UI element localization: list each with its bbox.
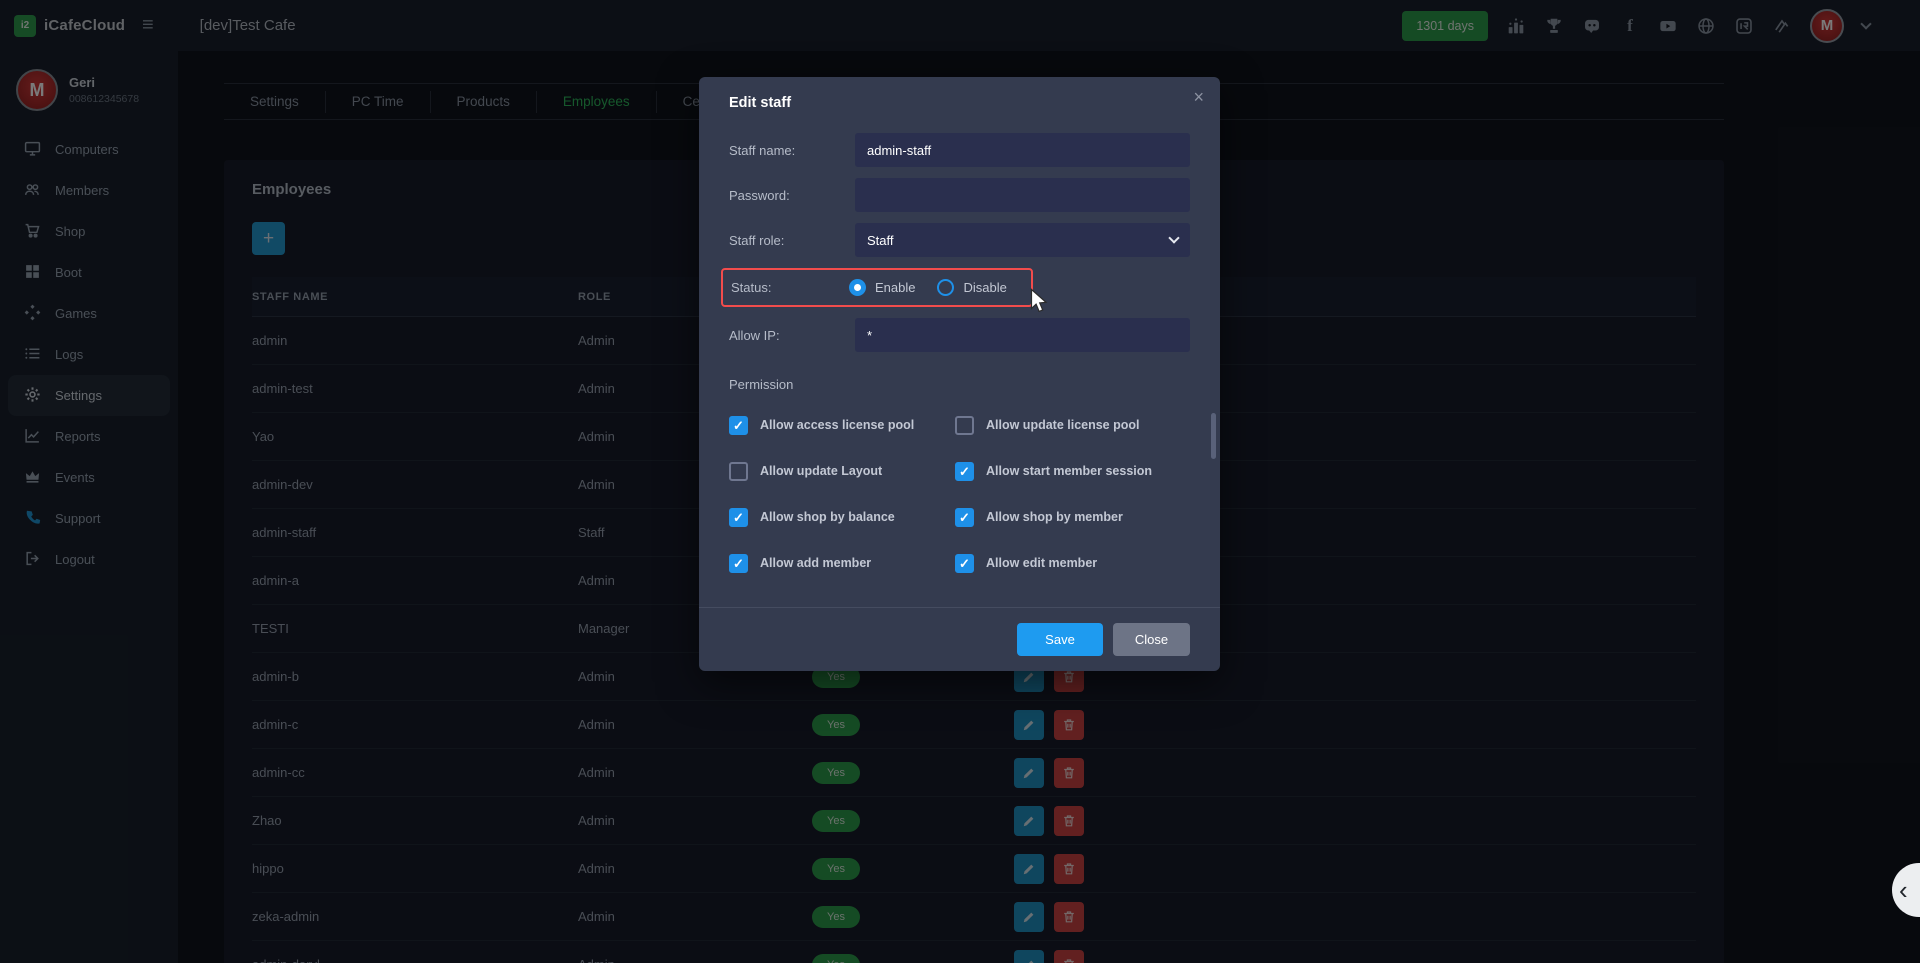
checkbox[interactable]: ✓ <box>729 508 748 527</box>
staff-name-input[interactable] <box>855 133 1190 167</box>
check-icon: ✓ <box>959 511 970 524</box>
disable-label: Disable <box>963 280 1006 295</box>
save-button[interactable]: Save <box>1017 623 1103 656</box>
permission-item[interactable]: ✓ Allow add member <box>729 546 955 580</box>
permission-label: Allow access license pool <box>760 418 914 432</box>
allow-ip-label: Allow IP: <box>729 328 855 343</box>
permission-section-label: Permission <box>729 377 1190 392</box>
check-icon: ✓ <box>959 557 970 570</box>
staff-name-label: Staff name: <box>729 143 855 158</box>
password-field: Password: <box>729 178 1190 212</box>
check-icon: ✓ <box>959 465 970 478</box>
staff-role-select[interactable]: Staff <box>855 223 1190 257</box>
permission-label: Allow update license pool <box>986 418 1140 432</box>
check-icon: ✓ <box>733 557 744 570</box>
password-input[interactable] <box>855 178 1190 212</box>
status-highlight-box: Status: Enable Disable <box>721 268 1033 307</box>
radio-unchecked-icon[interactable] <box>937 279 954 296</box>
permission-item[interactable]: ✓ Allow edit member <box>955 546 1181 580</box>
permission-item[interactable]: ✓ Allow shop by balance <box>729 500 955 534</box>
checkbox[interactable]: ✓ <box>955 462 974 481</box>
radio-checked-icon[interactable] <box>849 279 866 296</box>
permission-item[interactable]: ✓ Allow access license pool <box>729 408 955 442</box>
allow-ip-field: Allow IP: <box>729 318 1190 352</box>
permission-item[interactable]: ✓ Allow shop by member <box>955 500 1181 534</box>
permission-label: Allow update Layout <box>760 464 882 478</box>
checkbox[interactable]: ✓ <box>729 416 748 435</box>
checkbox[interactable]: ✓ <box>729 462 748 481</box>
status-disable-option[interactable]: Disable <box>937 279 1006 296</box>
checkbox[interactable]: ✓ <box>955 416 974 435</box>
permission-grid: ✓ Allow access license pool ✓ Allow upda… <box>729 408 1190 580</box>
enable-label: Enable <box>875 280 915 295</box>
check-icon: ✓ <box>733 511 744 524</box>
modal-title: Edit staff <box>729 95 1190 111</box>
close-icon[interactable]: × <box>1193 87 1204 108</box>
allow-ip-input[interactable] <box>855 318 1190 352</box>
permission-label: Allow start member session <box>986 464 1152 478</box>
permission-label: Allow shop by member <box>986 510 1123 524</box>
close-button[interactable]: Close <box>1113 623 1190 656</box>
staff-role-label: Staff role: <box>729 233 855 248</box>
permission-label: Allow add member <box>760 556 871 570</box>
checkbox[interactable]: ✓ <box>955 508 974 527</box>
password-label: Password: <box>729 188 855 203</box>
checkbox[interactable]: ✓ <box>955 554 974 573</box>
staff-role-field: Staff role: Staff <box>729 223 1190 257</box>
permission-item[interactable]: ✓ Allow start member session <box>955 454 1181 488</box>
check-icon: ✓ <box>733 419 744 432</box>
edit-staff-modal: × Edit staff Staff name: Password: Staff… <box>699 77 1220 671</box>
app-root: i2 iCafeCloud ≡ [dev]Test Cafe 1301 days… <box>0 0 1920 963</box>
staff-name-field: Staff name: <box>729 133 1190 167</box>
modal-footer: Save Close <box>699 607 1220 671</box>
permission-item[interactable]: ✓ Allow update license pool <box>955 408 1181 442</box>
permission-item[interactable]: ✓ Allow update Layout <box>729 454 955 488</box>
permission-label: Allow edit member <box>986 556 1097 570</box>
status-enable-option[interactable]: Enable <box>849 279 915 296</box>
modal-scrollbar[interactable] <box>1211 413 1216 459</box>
permission-label: Allow shop by balance <box>760 510 895 524</box>
checkbox[interactable]: ✓ <box>729 554 748 573</box>
status-label: Status: <box>731 280 849 295</box>
